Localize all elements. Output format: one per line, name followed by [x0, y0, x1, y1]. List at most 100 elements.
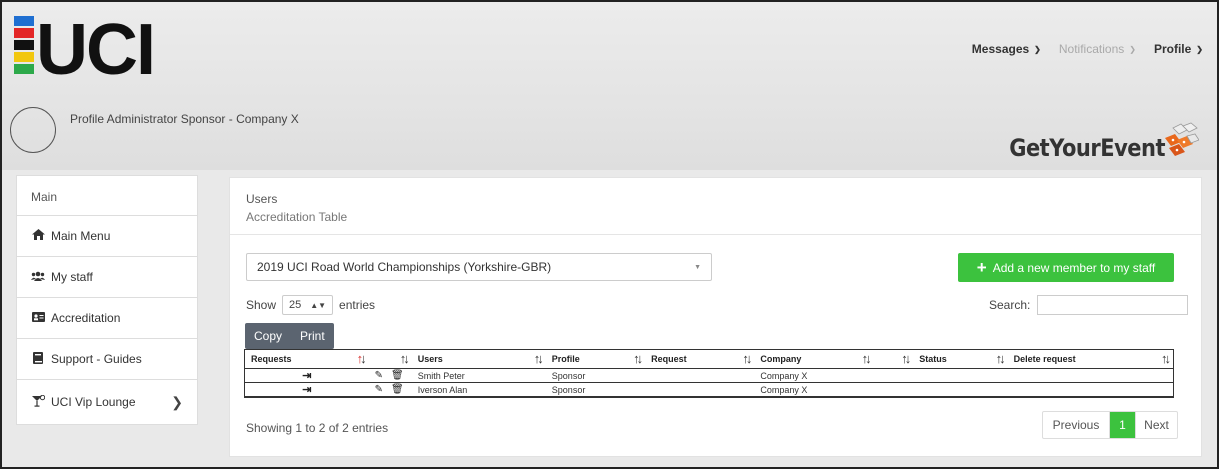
sort-icon: ↑↓: [633, 351, 643, 366]
sidebar-item-label: Support - Guides: [51, 352, 142, 366]
accreditation-table: Requests ↑↓ ↑↓ Users ↑↓ Profile ↑↓ Request ↑…: [243, 349, 1174, 398]
users-icon: [31, 270, 45, 284]
delete-request-cell: [1007, 368, 1174, 383]
delete-request-cell: [1007, 382, 1174, 398]
sort-icon: ↑↓: [901, 351, 911, 366]
sort-icon: ↑↓: [533, 351, 544, 366]
avatar[interactable]: [10, 107, 56, 153]
sidebar-item-label: Main Menu: [51, 229, 111, 243]
add-button-label: Add a new member to my staff: [992, 260, 1156, 275]
page-1-button[interactable]: 1: [1110, 412, 1135, 438]
column-header-blank[interactable]: ↑↓: [368, 349, 412, 369]
column-header-company[interactable]: Company ↑↓: [754, 349, 874, 369]
trash-icon[interactable]: 🗑: [391, 370, 404, 381]
pencil-icon[interactable]: ✎: [375, 370, 383, 381]
profile-menu[interactable]: Profile ❯: [1154, 42, 1203, 56]
entries-length: Show 25 ▲▼ entries: [246, 295, 375, 315]
entries-label: entries: [339, 298, 376, 312]
table-row: ⇥ ✎ 🗑 Smith Peter Sponsor Company X: [243, 368, 1174, 383]
sort-icon: ↑↓: [742, 351, 752, 366]
messages-menu[interactable]: Messages ❯: [972, 42, 1041, 56]
divider: [230, 234, 1201, 235]
sidebar-header: Main: [17, 176, 197, 216]
actions-cell: ✎ 🗑: [368, 382, 412, 398]
trash-icon[interactable]: 🗑: [391, 384, 404, 395]
request-cell: ⇥: [243, 382, 369, 398]
notifications-menu[interactable]: Notifications ❯: [1059, 42, 1136, 56]
profile-cell: Sponsor: [545, 368, 646, 383]
top-nav: Messages ❯ Notifications ❯ Profile ❯: [972, 42, 1203, 56]
sidebar-item-accreditation[interactable]: Accreditation: [17, 298, 197, 339]
header: UCI Messages ❯ Notifications ❯ Profile ❯ Pr…: [2, 2, 1217, 170]
user-cell: Smith Peter: [411, 368, 546, 383]
column-header-request[interactable]: Request ↑↓: [645, 349, 755, 369]
sidebar-item-support-guides[interactable]: Support - Guides: [17, 339, 197, 380]
request-cell: [645, 368, 755, 383]
id-card-icon: [31, 311, 45, 325]
sort-icon: ↑↓: [356, 351, 367, 366]
getyourevent-logo: GetYourEvent: [1009, 122, 1199, 162]
table-info: Showing 1 to 2 of 2 entries: [246, 421, 389, 435]
cocktail-icon: [31, 394, 45, 410]
sort-icon: ↑↓: [1161, 351, 1171, 366]
profile-cell: Sponsor: [545, 382, 646, 398]
next-page-button[interactable]: Next: [1135, 412, 1177, 438]
column-header-delete-request[interactable]: Delete request ↑↓: [1007, 349, 1174, 369]
request-cell: ⇥: [243, 368, 369, 383]
page-subtitle: Accreditation Table: [246, 210, 348, 224]
sort-icon: ↑↓: [861, 351, 872, 366]
search-box: Search:: [989, 295, 1189, 315]
sidebar-item-my-staff[interactable]: My staff: [17, 257, 197, 298]
company-cell: Company X: [754, 368, 874, 383]
company-cell: Company X: [754, 382, 874, 398]
page-title: Users: [246, 192, 278, 206]
book-icon: [31, 351, 45, 367]
page-heading: Users Accreditation Table: [246, 190, 347, 226]
search-input[interactable]: [1037, 295, 1189, 315]
profile-label: Profile: [1153, 42, 1192, 56]
request-cell: [645, 382, 755, 398]
profile-name: Profile Administrator Sponsor - Company …: [70, 112, 299, 126]
sidebar-item-main-menu[interactable]: Main Menu: [17, 216, 197, 257]
sidebar-item-label: My staff: [51, 270, 93, 284]
search-label: Search:: [989, 298, 1031, 312]
sidebar: Main Main Menu My staff Accreditation Su…: [16, 175, 198, 425]
pencil-icon[interactable]: ✎: [375, 384, 383, 395]
column-header-blank-2[interactable]: ↑↓: [873, 349, 914, 369]
sidebar-item-label: Accreditation: [51, 311, 121, 325]
print-button[interactable]: Print: [291, 323, 334, 349]
add-staff-member-button[interactable]: + Add a new member to my staff: [958, 253, 1174, 282]
copy-button[interactable]: Copy: [245, 323, 292, 349]
sign-in-icon[interactable]: ⇥: [251, 369, 363, 382]
column-header-requests[interactable]: Requests ↑↓: [243, 349, 369, 369]
chevron-down-icon: ❯: [1196, 44, 1203, 54]
table-row: ⇥ ✎ 🗑 Iverson Alan Sponsor Company X: [243, 382, 1174, 398]
sidebar-item-label: UCI Vip Lounge: [51, 395, 136, 409]
column-header-profile[interactable]: Profile ↑↓: [545, 349, 646, 369]
up-down-icon: ▲▼: [310, 300, 327, 310]
table-header-row: Requests ↑↓ ↑↓ Users ↑↓ Profile ↑↓ Request ↑…: [243, 349, 1174, 369]
chevron-down-icon: ❯: [1034, 44, 1041, 54]
app-window: UCI Messages ❯ Notifications ❯ Profile ❯ Pr…: [0, 0, 1219, 469]
status-cell: [913, 368, 1008, 383]
pagination: Previous 1 Next: [1042, 411, 1178, 439]
column-header-status[interactable]: Status ↑↓: [913, 349, 1008, 369]
status-cell: [913, 382, 1008, 398]
uci-logo: UCI: [14, 12, 156, 78]
previous-page-button[interactable]: Previous: [1043, 412, 1110, 438]
home-icon: [31, 229, 45, 243]
show-label: Show: [246, 298, 277, 312]
logo-text: UCI: [36, 12, 154, 78]
sidebar-item-vip-lounge[interactable]: UCI Vip Lounge ❯: [17, 380, 197, 424]
entries-select[interactable]: 25 ▲▼: [282, 295, 334, 315]
user-cell: Iverson Alan: [411, 382, 546, 398]
event-select[interactable]: 2019 UCI Road World Championships (Yorks…: [246, 253, 712, 281]
column-header-users[interactable]: Users ↑↓: [411, 349, 546, 369]
sort-icon: ↑↓: [399, 351, 410, 366]
sign-in-icon[interactable]: ⇥: [251, 383, 363, 396]
export-buttons: Copy Print: [245, 323, 334, 349]
sort-icon: ↑↓: [995, 351, 1006, 366]
actions-cell: ✎ 🗑: [368, 368, 412, 383]
notifications-label: Notifications: [1058, 42, 1125, 56]
chevron-down-icon: ❯: [1129, 44, 1136, 54]
